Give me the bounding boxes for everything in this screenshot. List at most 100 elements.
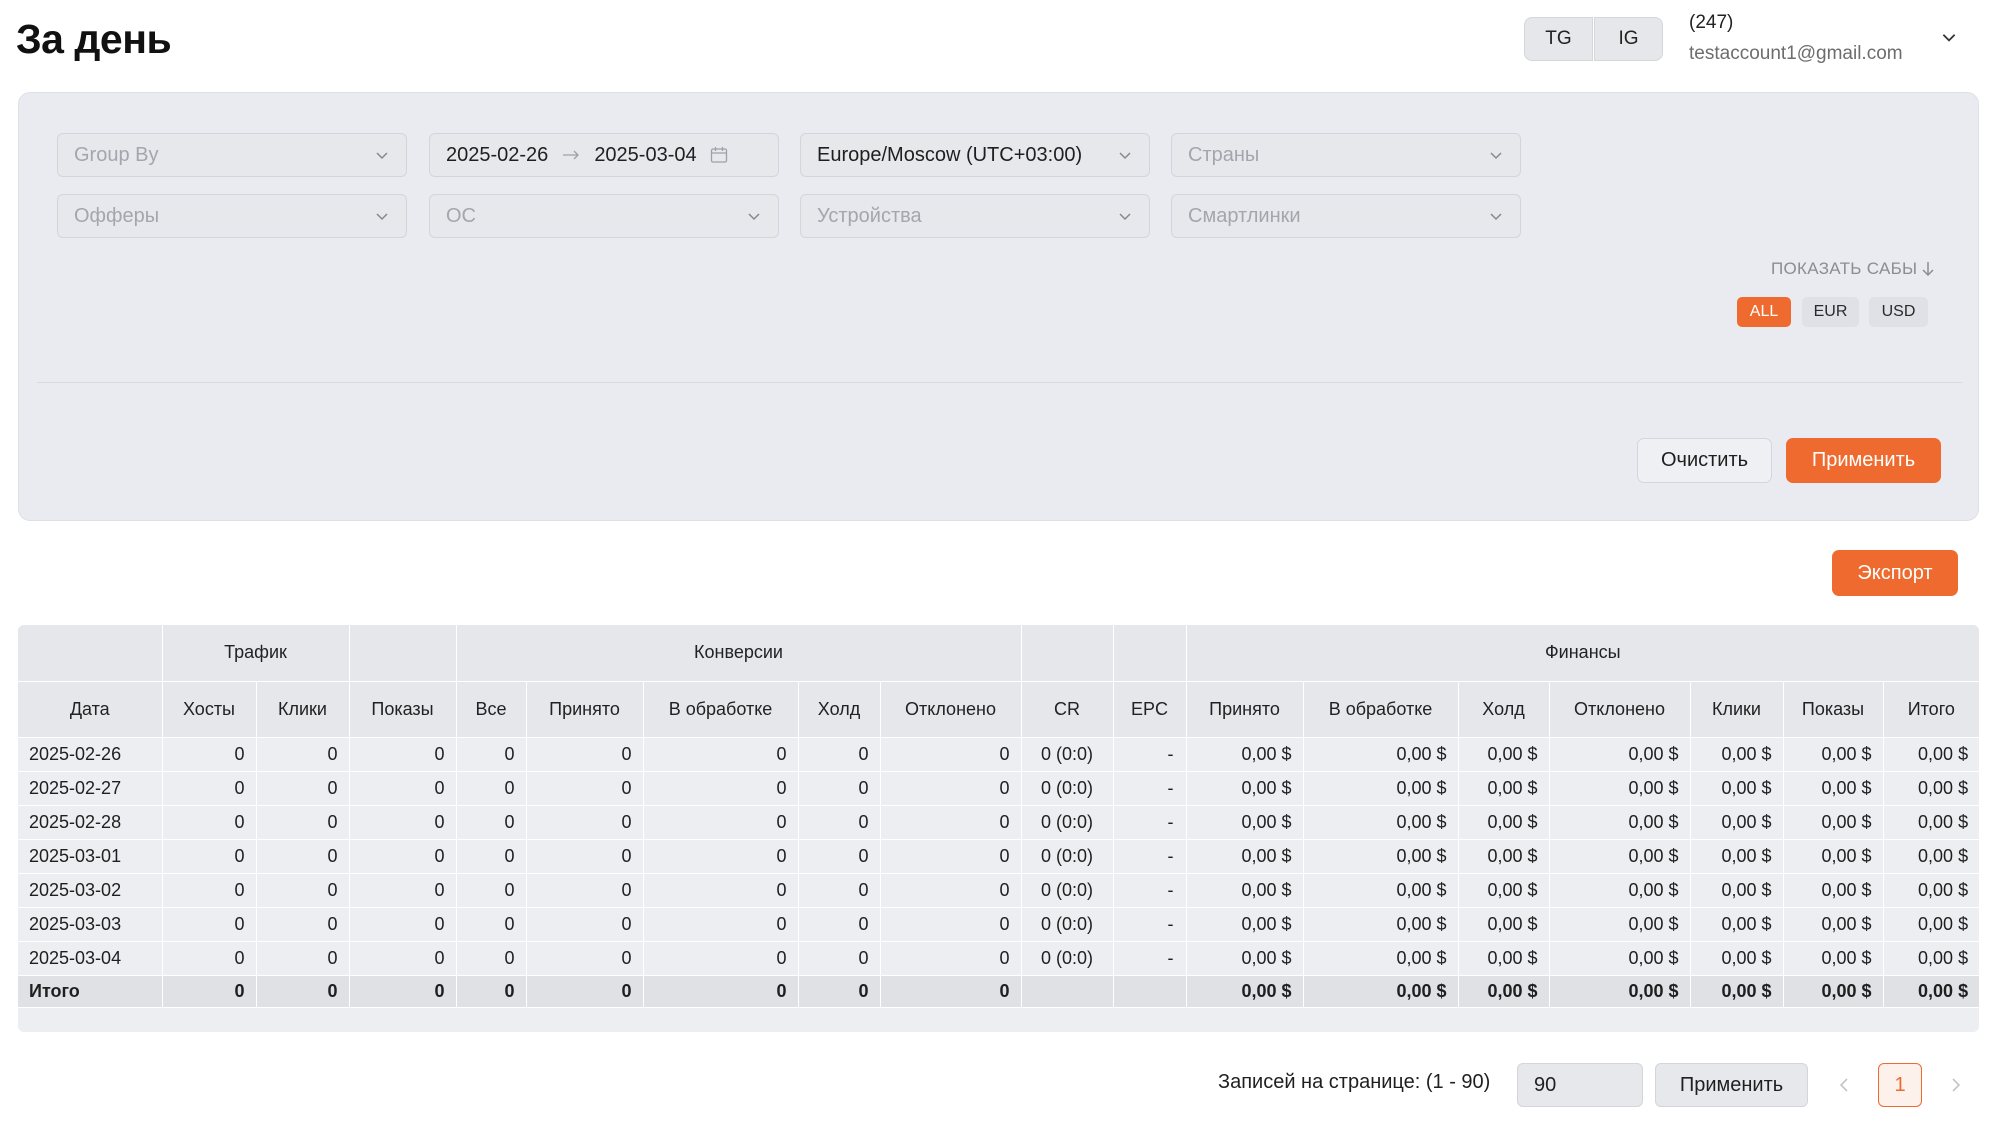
timezone-select[interactable]: Europe/Moscow (UTC+03:00) [800,133,1150,177]
table-cell: 0 [880,941,1022,976]
channel-toggle: TG IG [1524,17,1663,61]
chevron-down-icon [376,213,388,221]
chevron-right-icon[interactable] [1946,1074,1966,1096]
table-cell: 0 [880,975,1022,1008]
table-body: 2025-02-26 0 0 0 0 0 0 0 0 0 (0:0) -0,00 $0,00 $0,… [18,737,1979,1008]
table-cell: 0 [256,737,350,772]
table-cell: 0 (0:0) [1021,805,1114,840]
table-cell: 0,00 $ [1458,873,1550,908]
column-header: Хосты [162,681,257,738]
table-cell: 0,00 $ [1458,941,1550,976]
table-cell: 0,00 $ [1690,907,1784,942]
table-cell: 0 [643,975,799,1008]
smartlinks-select[interactable]: Смартлинки [1171,194,1521,238]
table-cell: - [1113,737,1187,772]
table-cell: 0 [643,873,799,908]
group-header-empty [349,625,457,682]
date-to[interactable]: 2025-03-04 [594,144,696,167]
table-cell: 0,00 $ [1458,737,1550,772]
export-button[interactable]: Экспорт [1832,550,1958,596]
table-cell: 0 [798,907,881,942]
table-cell: 0 (0:0) [1021,737,1114,772]
chevron-left-icon[interactable] [1834,1074,1854,1096]
table-cell: 0 [526,839,644,874]
devices-select[interactable]: Устройства [800,194,1150,238]
table-row: 2025-02-27 0 0 0 0 0 0 0 0 0 (0:0) -0,00 $0,00 $0,… [18,771,1979,806]
toggle-tg[interactable]: TG [1524,17,1593,61]
table-cell: - [1113,873,1187,908]
offers-select[interactable]: Офферы [57,194,407,238]
apply-filters-button[interactable]: Применить [1786,438,1941,483]
table-group-header-row: Трафик Конверсии Финансы [18,625,1979,682]
filter-panel: Group By 2025-02-26 2025-03-04 Europe/Mo… [18,92,1979,521]
table-cell: 0 [349,873,457,908]
row-date: 2025-03-04 [18,941,163,976]
column-header: В обработке [1303,681,1459,738]
account-menu[interactable]: (247) testaccount1@gmail.com [1689,12,1903,65]
column-header: Дата [18,681,163,738]
column-header: Принято [1186,681,1304,738]
chevron-down-icon[interactable] [1940,28,1958,46]
smartlinks-placeholder: Смартлинки [1188,204,1301,227]
table-cell: 0 [256,839,350,874]
os-placeholder: ОС [446,204,476,227]
table-cell: 0 [880,771,1022,806]
group-by-select[interactable]: Group By [57,133,407,177]
clear-button[interactable]: Очистить [1637,438,1772,483]
table-cell: 0 [643,805,799,840]
toggle-ig[interactable]: IG [1594,17,1663,61]
table-cell: 0 (0:0) [1021,839,1114,874]
group-header-empty [1113,625,1187,682]
devices-placeholder: Устройства [817,204,922,227]
table-cell: 0,00 $ [1783,805,1884,840]
page-number-button[interactable]: 1 [1878,1063,1922,1107]
table-cell: 0 [456,975,527,1008]
date-from[interactable]: 2025-02-26 [446,144,548,167]
currency-eur-button[interactable]: EUR [1802,297,1859,327]
table-cell: - [1113,805,1187,840]
table-cell: - [1113,771,1187,806]
table-cell: 0 [256,907,350,942]
table-cell: 0,00 $ [1303,805,1459,840]
table-cell: 0,00 $ [1783,839,1884,874]
table-cell: 0,00 $ [1883,907,1979,942]
table-cell: 0,00 $ [1186,941,1304,976]
column-header: Холд [1458,681,1550,738]
table-cell: 0 [162,907,257,942]
currency-all-button[interactable]: ALL [1737,297,1791,327]
table-cell: 0 [798,771,881,806]
table-cell: 0,00 $ [1883,805,1979,840]
pagination-label: Записей на странице: (1 - 90) [1218,1071,1491,1093]
table-cell: 0,00 $ [1690,839,1784,874]
table-cell: 0,00 $ [1186,907,1304,942]
per-page-input[interactable]: 90 [1517,1063,1643,1107]
table-header-row: Дата Хосты Клики Показы Все Принято В обработк… [18,681,1979,738]
table-cell: 0 [526,975,644,1008]
table-cell: 0 [643,907,799,942]
table-cell: 0,00 $ [1303,771,1459,806]
countries-select[interactable]: Страны [1171,133,1521,177]
table-cell: 0 [456,737,527,772]
show-subs-toggle[interactable]: ПОКАЗАТЬ САБЫ [1771,259,1935,279]
table-cell: 0,00 $ [1690,771,1784,806]
table-cell: 0,00 $ [1186,975,1304,1008]
group-by-placeholder: Group By [74,143,159,166]
table-row: 2025-03-03 0 0 0 0 0 0 0 0 0 (0:0) -0,00 $0,00 $0,… [18,907,1979,942]
pagination-apply-button[interactable]: Применить [1655,1063,1808,1107]
table-cell: - [1113,941,1187,976]
table-cell: 0,00 $ [1690,975,1784,1008]
table-cell: 0 [256,941,350,976]
table-cell: 0,00 $ [1690,941,1784,976]
table-cell: 0,00 $ [1186,805,1304,840]
currency-usd-button[interactable]: USD [1869,297,1928,327]
date-range-picker[interactable]: 2025-02-26 2025-03-04 [429,133,779,177]
table-cell: 0,00 $ [1303,873,1459,908]
table-cell: 0,00 $ [1458,975,1550,1008]
table-row: 2025-02-28 0 0 0 0 0 0 0 0 0 (0:0) -0,00 $0,00 $0,… [18,805,1979,840]
table-cell: 0,00 $ [1458,771,1550,806]
table-cell: 0,00 $ [1186,839,1304,874]
table-cell: 0 [456,805,527,840]
table-cell: 0 [798,941,881,976]
table-cell: 0 [349,737,457,772]
os-select[interactable]: ОС [429,194,779,238]
